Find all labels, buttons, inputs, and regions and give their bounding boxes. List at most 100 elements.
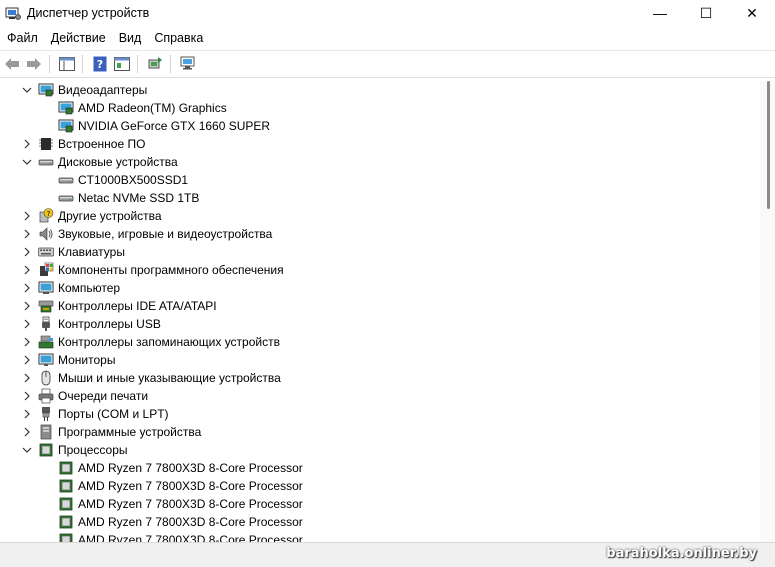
tree-item-label: Контроллеры IDE ATA/ATAPI — [58, 299, 217, 313]
tree-category[interactable]: Дисковые устройства — [0, 153, 760, 171]
chevron-right-icon[interactable] — [21, 243, 33, 261]
menu-help[interactable]: Справка — [148, 31, 209, 45]
tree-category[interactable]: Видеоадаптеры — [0, 81, 760, 99]
back-arrow-icon — [4, 58, 19, 70]
mouse-icon — [41, 370, 51, 386]
chevron-right-icon[interactable] — [21, 315, 33, 333]
tree-item-label: Мониторы — [58, 353, 116, 367]
chevron-right-icon[interactable] — [21, 225, 33, 243]
tree-item-label: Мыши и иные указывающие устройства — [58, 371, 281, 385]
tree-category[interactable]: ? Другие устройства — [0, 207, 760, 225]
tree-category[interactable]: Мониторы — [0, 351, 760, 369]
help-button[interactable]: ? — [89, 54, 110, 75]
chevron-right-icon[interactable] — [21, 405, 33, 423]
tree-category[interactable]: Программные устройства — [0, 423, 760, 441]
tree-item-label: Встроенное ПО — [58, 137, 146, 151]
chevron-right-icon[interactable] — [21, 207, 33, 225]
menu-file[interactable]: Файл — [1, 31, 44, 45]
tree-item-label: AMD Ryzen 7 7800X3D 8-Core Processor — [78, 461, 303, 475]
disk-drive-icon — [58, 195, 74, 202]
processor-icon — [59, 461, 73, 475]
tree-category[interactable]: Контроллеры запоминающих устройств — [0, 333, 760, 351]
forward-button[interactable] — [23, 54, 44, 75]
processor-icon — [59, 497, 73, 511]
tree-category[interactable]: Очереди печати — [0, 387, 760, 405]
tree-device[interactable]: AMD Ryzen 7 7800X3D 8-Core Processor — [0, 477, 760, 495]
minimize-icon: — — [653, 5, 667, 21]
chevron-right-icon[interactable] — [21, 261, 33, 279]
minimize-button[interactable]: — — [637, 0, 683, 26]
printer-icon — [38, 388, 54, 404]
tree-device[interactable]: CT1000BX500SSD1 — [0, 171, 760, 189]
tree-category[interactable]: Клавиатуры — [0, 243, 760, 261]
tree-device[interactable]: AMD Ryzen 7 7800X3D 8-Core Processor — [0, 495, 760, 513]
tree-category[interactable]: Процессоры — [0, 441, 760, 459]
tree-device[interactable]: AMD Radeon(TM) Graphics — [0, 99, 760, 117]
tree-category[interactable]: Компьютер — [0, 279, 760, 297]
scan-hardware-button[interactable] — [177, 54, 198, 75]
display-adapter-icon — [38, 83, 54, 97]
chevron-right-icon[interactable] — [21, 297, 33, 315]
chevron-down-icon[interactable] — [21, 153, 33, 171]
close-icon: ✕ — [746, 4, 758, 21]
toolbar-separator — [137, 55, 138, 73]
monitor-icon — [38, 353, 54, 366]
port-icon — [42, 407, 50, 421]
maximize-button[interactable]: ☐ — [683, 0, 729, 26]
forward-arrow-icon — [26, 58, 41, 70]
chevron-down-icon[interactable] — [21, 81, 33, 99]
chevron-right-icon[interactable] — [21, 351, 33, 369]
tree-category[interactable]: Порты (COM и LPT) — [0, 405, 760, 423]
tree-category[interactable]: Звуковые, игровые и видеоустройства — [0, 225, 760, 243]
menu-view[interactable]: Вид — [113, 31, 148, 45]
chevron-right-icon[interactable] — [21, 135, 33, 153]
chevron-right-icon[interactable] — [21, 279, 33, 297]
close-button[interactable]: ✕ — [729, 0, 775, 26]
tree-item-label: Контроллеры запоминающих устройств — [58, 335, 280, 349]
chevron-right-icon[interactable] — [21, 369, 33, 387]
vertical-scrollbar[interactable] — [760, 81, 775, 543]
chevron-right-icon[interactable] — [21, 333, 33, 351]
back-button[interactable] — [1, 54, 22, 75]
menu-action[interactable]: Действие — [45, 31, 112, 45]
tree-device[interactable]: Netac NVMe SSD 1TB — [0, 189, 760, 207]
tree-category[interactable]: Компоненты программного обеспечения — [0, 261, 760, 279]
storage-controller-icon — [38, 335, 54, 349]
properties-icon — [113, 57, 130, 71]
chevron-right-icon[interactable] — [21, 387, 33, 405]
toolbar-separator — [170, 55, 171, 73]
toolbar-separator — [49, 55, 50, 73]
tree-item-label: Программные устройства — [58, 425, 202, 439]
update-driver-icon — [148, 57, 162, 69]
unknown-device-icon: ? — [39, 208, 54, 223]
show-hide-console-tree-button[interactable] — [56, 54, 77, 75]
tree-device[interactable]: NVIDIA GeForce GTX 1660 SUPER — [0, 117, 760, 135]
tree-category[interactable]: Контроллеры USB — [0, 315, 760, 333]
chevron-right-icon[interactable] — [21, 423, 33, 441]
tree-item-label: Другие устройства — [58, 209, 162, 223]
window-title: Диспетчер устройств — [27, 6, 150, 20]
status-bar: baraholka.onliner.by — [0, 542, 775, 567]
tree-category[interactable]: Контроллеры IDE ATA/ATAPI — [0, 297, 760, 315]
tree-item-label: NVIDIA GeForce GTX 1660 SUPER — [78, 119, 271, 133]
tree-item-label: Клавиатуры — [58, 245, 125, 259]
update-driver-button[interactable] — [144, 54, 165, 75]
tree-device[interactable]: AMD Ryzen 7 7800X3D 8-Core Processor — [0, 513, 760, 531]
computer-icon — [38, 281, 54, 294]
tree-device[interactable]: AMD Ryzen 7 7800X3D 8-Core Processor — [0, 459, 760, 477]
toolbar: ? — [0, 50, 775, 78]
tree-category[interactable]: Мыши и иные указывающие устройства — [0, 369, 760, 387]
usb-icon — [42, 316, 50, 331]
scrollbar-thumb[interactable] — [767, 81, 770, 209]
tree-category[interactable]: Встроенное ПО — [0, 135, 760, 153]
tree-item-label: Компьютер — [58, 281, 121, 295]
display-adapter-icon — [58, 119, 74, 133]
tree-item-label: Дисковые устройства — [58, 155, 178, 169]
properties-button[interactable] — [111, 54, 132, 75]
scan-hardware-icon — [180, 56, 194, 70]
display-adapter-icon — [58, 101, 74, 115]
chevron-down-icon[interactable] — [21, 441, 33, 459]
menu-bar: Файл Действие Вид Справка — [0, 26, 775, 50]
tree-item-label: AMD Radeon(TM) Graphics — [78, 101, 227, 115]
tree-item-label: Процессоры — [58, 443, 128, 457]
